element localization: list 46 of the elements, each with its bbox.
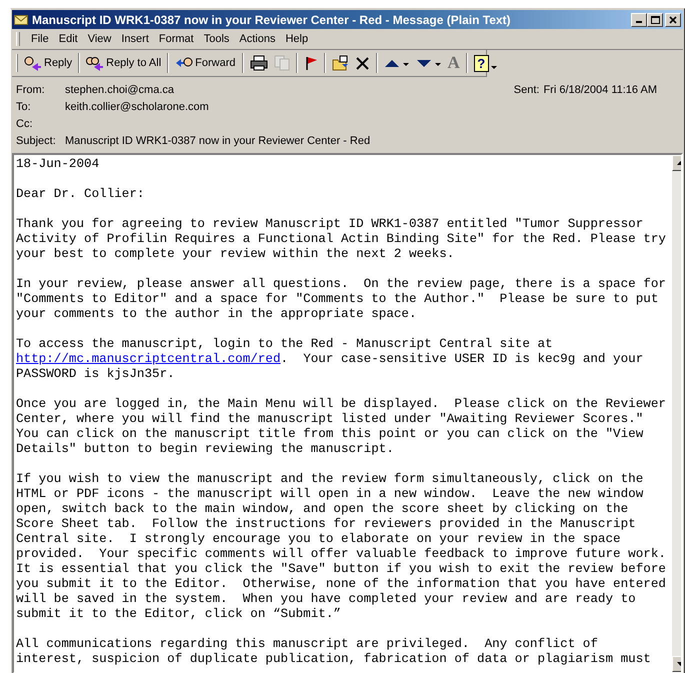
reply-button[interactable]: Reply xyxy=(21,53,76,73)
menu-item[interactable]: File xyxy=(26,31,54,47)
field-label: From: xyxy=(16,83,46,98)
cross-icon xyxy=(354,56,370,70)
copy-icon xyxy=(274,55,290,71)
window-title: Manuscript ID WRK1-0387 now in your Reviewer Center - Red - Message (Plain Text) xyxy=(32,12,512,26)
scrollbar[interactable] xyxy=(672,155,681,672)
forward-button[interactable]: Forward xyxy=(172,53,238,73)
menu-item[interactable]: Tools xyxy=(198,31,234,47)
field-value: Manuscript ID WRK1-0387 now in your Reviewer Center - Red xyxy=(65,134,372,149)
reply-all-button[interactable]: Reply to All xyxy=(83,53,164,73)
link[interactable]: http://mc.manuscriptcentral.com/red xyxy=(16,352,281,366)
help-button[interactable]: ? xyxy=(470,52,500,74)
close-icon xyxy=(669,16,677,24)
email-paragraph: In your review, please answer all questions. On the review page, there is a space for "Comments to Editor" and a space for "Comments to the Author." Please be sure to put your comments to the author in the appropriate space. xyxy=(16,277,667,322)
field-label: To: xyxy=(16,100,32,115)
person-arrow-icon xyxy=(24,55,42,71)
field-label: Subject: xyxy=(16,134,57,149)
people-arrow-icon xyxy=(86,55,104,71)
email-paragraph: Once you are logged in, the Main Menu will be displayed. Please click on the Reviewer Center, where you will find the manuscript listed under "Awaiting Reviewer Scores." You can click on the manuscript title from this point or you can click on the "View Details" button to begin reviewing the manuscript. xyxy=(16,397,667,457)
field-label: Sent: xyxy=(514,83,540,98)
email-paragraph: All communications regarding this manuscript are privileged. Any conflict of interest, suspicion of duplicate publication, fabrication of data or plagiarism must xyxy=(16,637,652,667)
caret-icon xyxy=(490,66,497,68)
email-paragraph: 18-Jun-2004 xyxy=(16,157,100,172)
envelope-icon xyxy=(14,14,28,24)
menu-item[interactable]: Format xyxy=(154,31,199,47)
email-paragraph: Thank you for agreeing to review Manuscript ID WRK1-0387 entitled "Tumor Suppressor Activity of Profilin Requires a Functional Actin Binding Site" for the Red. Please try your best to complete your review within the next 2 weeks. xyxy=(16,217,667,262)
printer-icon xyxy=(250,55,268,71)
menu-item[interactable]: Actions xyxy=(234,31,280,47)
field-value: Fri 6/18/2004 11:16 AM xyxy=(543,83,657,98)
flag-icon xyxy=(304,55,318,71)
email-paragraph: Dear Dr. Collier: xyxy=(16,187,146,202)
maximize-button[interactable] xyxy=(647,12,663,26)
folder-page-icon xyxy=(332,55,348,71)
field-value: keith.collier@scholarone.com xyxy=(65,100,210,115)
close-button[interactable] xyxy=(665,12,681,26)
menu-item[interactable]: Edit xyxy=(54,31,83,47)
menu-item[interactable]: Help xyxy=(280,31,314,47)
email-paragraph: If you wish to view the manuscript and the review form simultaneously, click on the HTML or PDF icons - the manuscript will open in a new window. Leave the new window open, switch back to the main window, and open the score sheet by clicking on the Score Sheet tab. Follow the instructions for reviewers provided in the Manuscript Central site. I strongly encourage you to elaborate on your review in the space provided. Your specific comments will offer valuable feedback to improve future work. It is essential that you click the "Save" button if you wish to exit the review before you submit it to the Editor. Otherwise, none of the information that you have entered will be saved in the system. When you have completed your review and are ready to submit it to the Editor, click on “Submit.” xyxy=(16,472,667,622)
minimize-button[interactable] xyxy=(631,12,647,26)
field-value: stephen.choi@cma.ca xyxy=(65,83,176,98)
menu-item[interactable]: Insert xyxy=(116,31,154,47)
email-paragraph: To access the manuscript, login to the Red - Manuscript Central site at http://mc.manuscriptcentral.com/red. Your case-sensitive USER ID is kec9g and your PASSWORD is kjsJn35r. xyxy=(16,337,644,382)
maximize-icon xyxy=(650,16,660,24)
menu-item[interactable]: View xyxy=(82,31,116,47)
field-label: Cc: xyxy=(16,117,34,132)
